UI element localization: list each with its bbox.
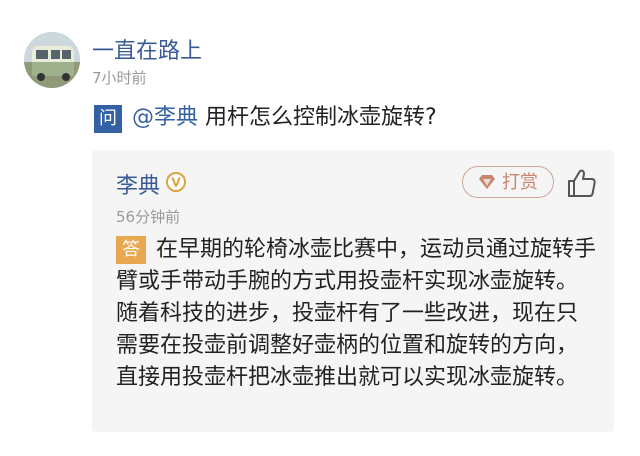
answerer-name[interactable]: 李典 bbox=[116, 168, 160, 200]
tip-button-label: 打赏 bbox=[502, 171, 538, 193]
mention-link[interactable]: @李典 bbox=[132, 105, 198, 130]
avatar[interactable] bbox=[24, 32, 80, 88]
thumbs-up-icon[interactable] bbox=[566, 168, 598, 198]
answer-time: 56分钟前 bbox=[116, 208, 181, 226]
question-badge: 问 bbox=[94, 105, 122, 133]
tip-button[interactable]: 打赏 bbox=[462, 166, 554, 198]
question-text: @李典 用杆怎么控制冰壶旋转? bbox=[132, 102, 437, 134]
post-time: 7小时前 bbox=[92, 69, 147, 87]
avatar-van-image bbox=[24, 32, 80, 88]
question-body: 用杆怎么控制冰壶旋转? bbox=[198, 105, 437, 130]
answer-text: 在早期的轮椅冰壶比赛中，运动员通过旋转手臂或手带动手腕的方式用投壶杆实现冰壶旋转… bbox=[116, 237, 597, 390]
diamond-icon bbox=[479, 175, 495, 189]
verified-v-icon: V bbox=[166, 172, 186, 192]
author-name[interactable]: 一直在路上 bbox=[92, 33, 202, 65]
svg-text:V: V bbox=[171, 176, 181, 190]
